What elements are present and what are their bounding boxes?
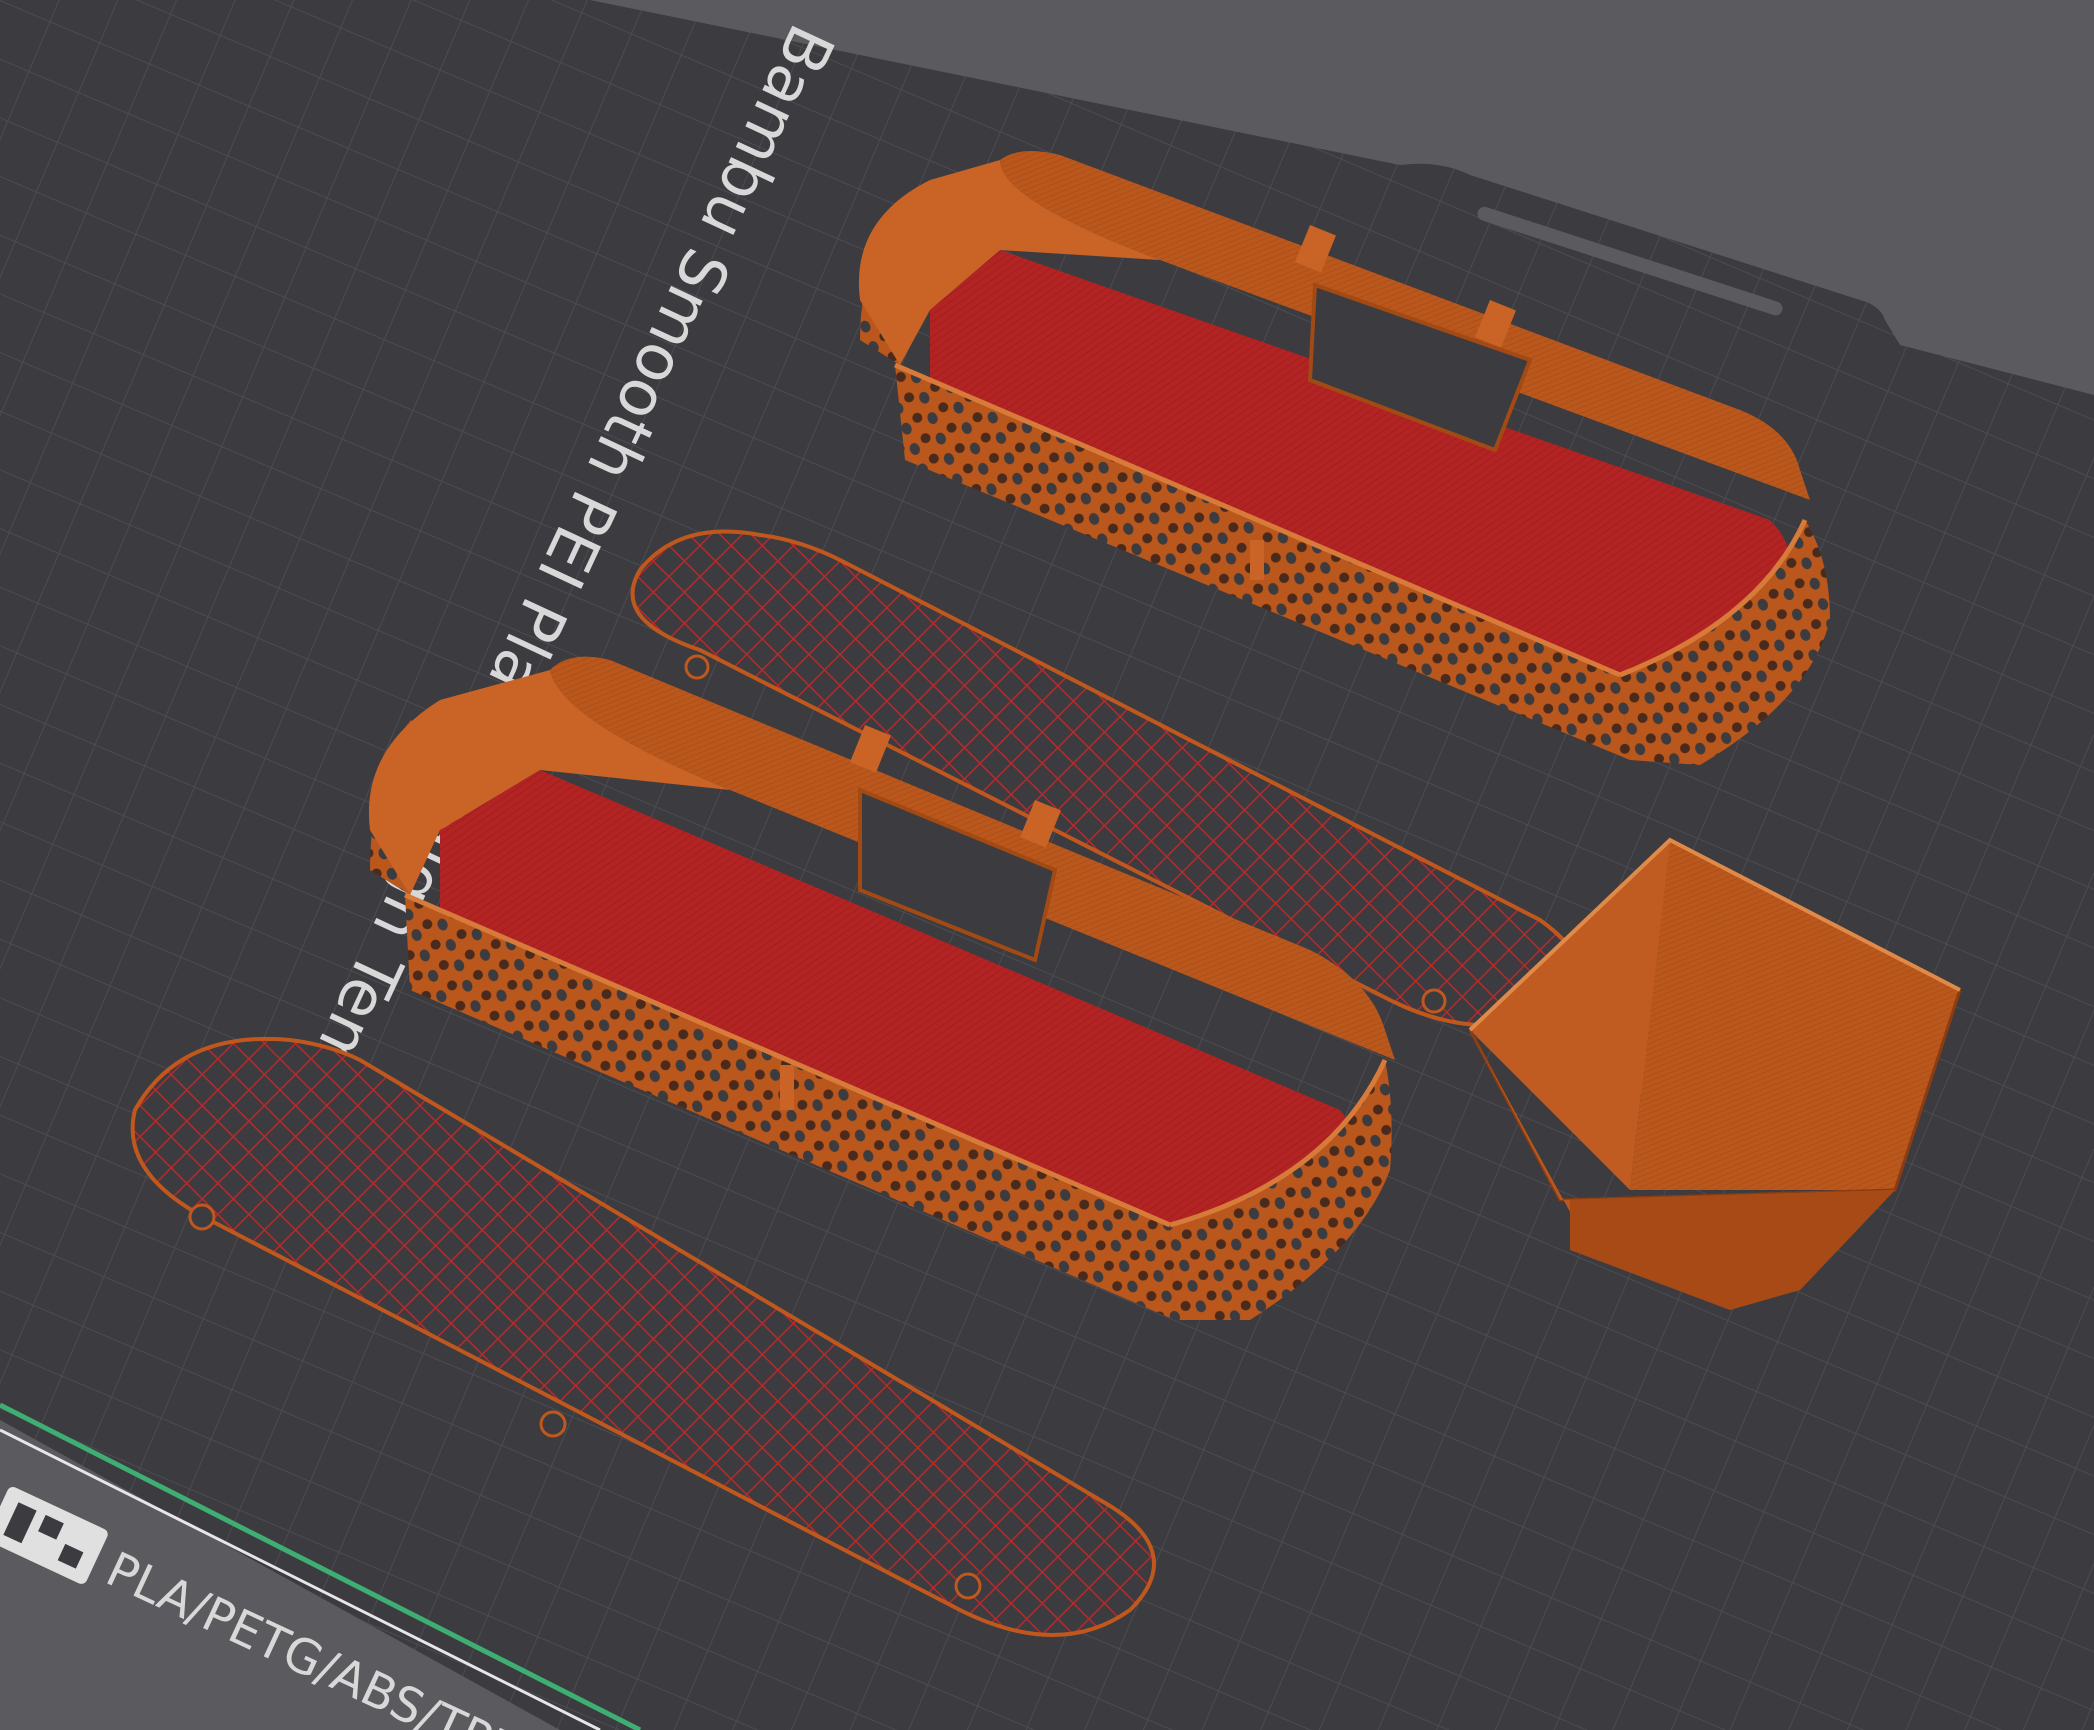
build-plate-scene[interactable]: Bambu Smooth PEI Plate / High Temp PLA/P… (0, 0, 2094, 1730)
3d-viewport[interactable]: Bambu Smooth PEI Plate / High Temp PLA/P… (0, 0, 2094, 1730)
